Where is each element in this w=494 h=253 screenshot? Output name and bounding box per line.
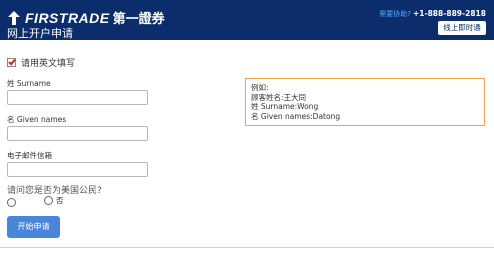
header-bar: FIRSTRADE 第一證券 网上开户申请 需要协助? +1-888-889-28… bbox=[0, 0, 494, 40]
bottom-divider bbox=[0, 247, 494, 248]
email-label: 电子邮件信箱 bbox=[7, 151, 52, 160]
checkbox-label: 请用英文填写 bbox=[21, 59, 76, 69]
help-link[interactable]: 需要协助? bbox=[379, 10, 411, 18]
start-application-button[interactable]: 开始申请 bbox=[7, 216, 60, 238]
given-names-label: 名 Given names bbox=[7, 115, 67, 124]
checkmark-icon[interactable] bbox=[7, 58, 16, 67]
citizen-question: 请问您是否为美国公民? bbox=[7, 186, 102, 196]
example-box: 例如: 顾客姓名:王大同 姓 Surname:Wong 名 Given name… bbox=[245, 78, 485, 126]
help-phone: 需要协助? +1-888-889-2818 bbox=[379, 9, 486, 19]
arrow-logo-icon bbox=[8, 10, 20, 25]
phone-number: +1-888-889-2818 bbox=[412, 9, 486, 18]
citizen-yes-radio[interactable] bbox=[7, 198, 16, 207]
page-title: 网上开户申请 bbox=[7, 27, 73, 40]
example-line: 名 Given names:Datong bbox=[251, 111, 341, 121]
example-line: 姓 Surname:Wong bbox=[251, 102, 319, 111]
logo-text: FIRSTRADE bbox=[25, 9, 110, 26]
example-line: 例如: bbox=[251, 83, 269, 92]
example-line: 顾客姓名:王大同 bbox=[251, 92, 307, 102]
live-chat-button[interactable]: 线上即时通 bbox=[438, 21, 486, 35]
email-input[interactable] bbox=[7, 162, 148, 177]
surname-label: 姓 Surname bbox=[7, 79, 51, 88]
logo-chinese-text: 第一證券 bbox=[112, 12, 165, 27]
english-checkbox-row[interactable]: 请用英文填写 bbox=[7, 56, 75, 69]
surname-input[interactable] bbox=[7, 90, 148, 105]
citizen-no-radio[interactable] bbox=[44, 196, 53, 205]
citizen-no-label: 否 bbox=[56, 196, 64, 205]
given-names-input[interactable] bbox=[7, 126, 148, 141]
